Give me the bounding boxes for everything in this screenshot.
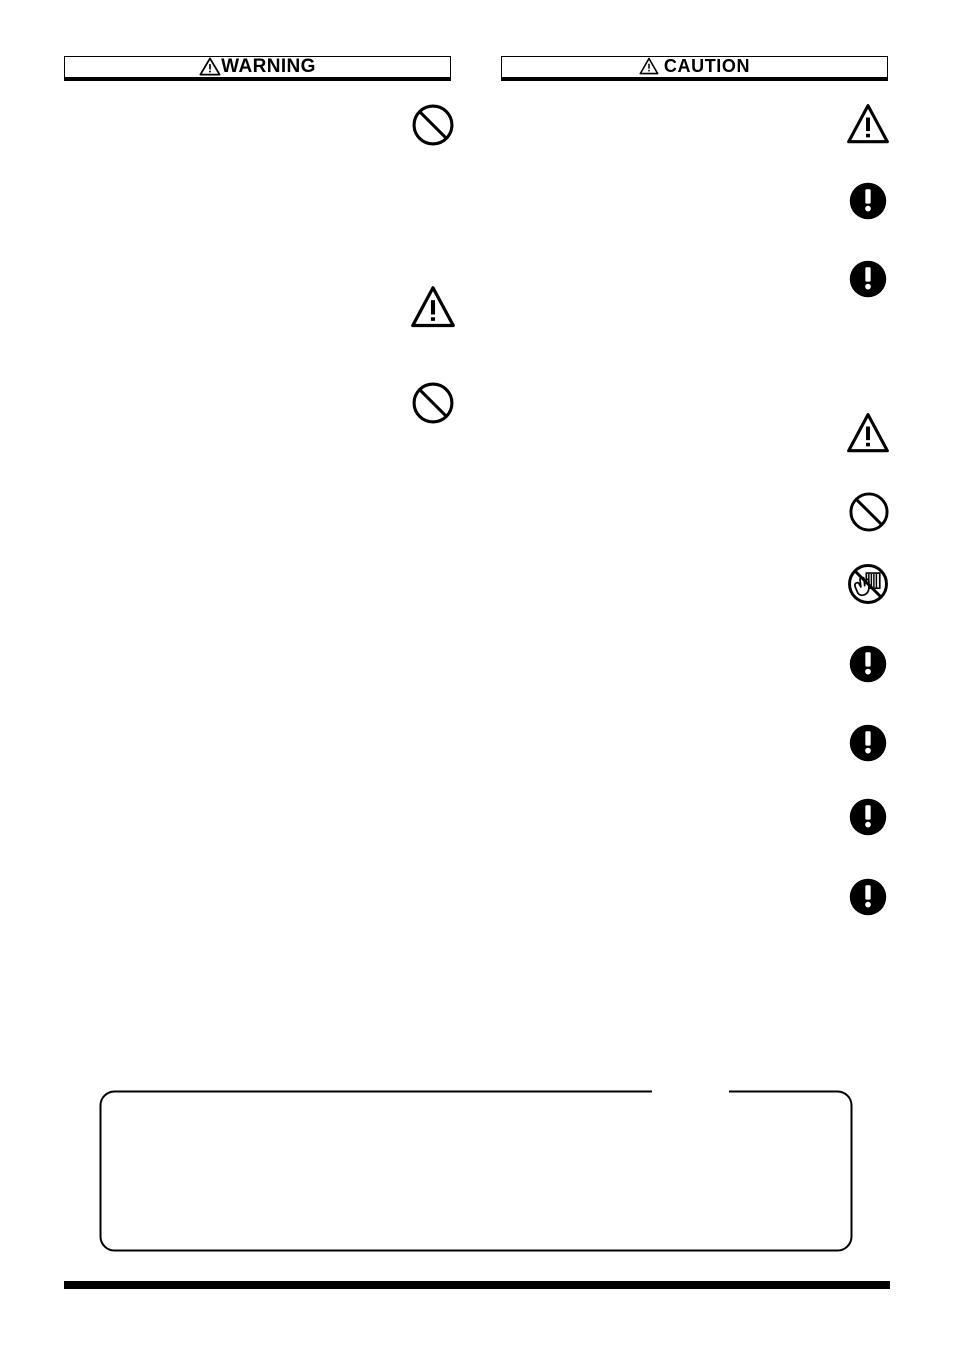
do-not-touch-hot-surface-icon (847, 563, 889, 605)
prohibition-icon (848, 491, 890, 533)
warning-triangle-icon (846, 103, 890, 147)
mandatory-action-icon (849, 260, 887, 298)
warning-triangle-icon (846, 412, 890, 456)
prohibition-icon (411, 381, 455, 425)
safety-instructions-page: WARNING CAUTION (0, 0, 954, 1351)
footer-rule (64, 1281, 890, 1289)
prohibition-icon (411, 103, 455, 147)
warning-header-label: WARNING (221, 55, 316, 77)
caution-header-inner: CAUTION (639, 57, 750, 75)
mandatory-action-icon (849, 724, 887, 762)
warning-column-body (64, 95, 451, 1055)
memo-note-box (99, 1090, 853, 1252)
caution-header-box: CAUTION (501, 56, 888, 81)
warning-header-inner: WARNING (199, 57, 316, 76)
caution-column-body (501, 95, 888, 1055)
warning-triangle-icon (639, 57, 659, 75)
caution-header-label: CAUTION (663, 56, 751, 76)
warning-triangle-icon (410, 285, 456, 331)
mandatory-action-icon (849, 878, 887, 916)
mandatory-action-icon (849, 182, 887, 220)
warning-triangle-icon (199, 57, 221, 75)
mandatory-action-icon (849, 645, 887, 683)
mandatory-action-icon (849, 798, 887, 836)
warning-header-box: WARNING (64, 56, 451, 81)
